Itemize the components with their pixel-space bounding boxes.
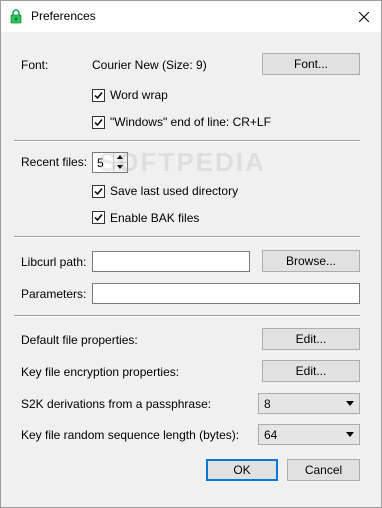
window-title: Preferences (31, 9, 96, 23)
chevron-down-icon (346, 432, 354, 437)
font-value: Courier New (Size: 9) (92, 58, 207, 72)
windows-eol-label: "Windows" end of line: CR+LF (110, 115, 271, 129)
save-dir-label: Save last used directory (110, 184, 239, 198)
save-dir-checkbox[interactable] (92, 185, 105, 198)
separator (14, 140, 360, 142)
checkmark-icon (94, 92, 103, 100)
word-wrap-checkbox[interactable] (92, 89, 105, 102)
libcurl-path-label: Libcurl path: (21, 255, 87, 269)
font-button[interactable]: Font... (262, 53, 360, 75)
close-icon (359, 11, 369, 22)
word-wrap-label: Word wrap (110, 88, 168, 102)
close-button[interactable] (347, 1, 381, 32)
cancel-button[interactable]: Cancel (287, 459, 360, 481)
s2k-label: S2K derivations from a passphrase: (21, 397, 212, 411)
separator (14, 236, 360, 238)
chevron-down-icon (346, 401, 354, 406)
checkmark-icon (94, 119, 103, 127)
bak-files-label: Enable BAK files (110, 211, 200, 225)
default-file-props-label: Default file properties: (21, 333, 138, 347)
browse-button[interactable]: Browse... (262, 250, 360, 272)
libcurl-path-input[interactable] (92, 251, 250, 272)
s2k-select[interactable]: 8 (258, 393, 360, 414)
ok-button[interactable]: OK (206, 459, 278, 481)
keylen-value: 64 (264, 428, 278, 442)
bak-files-checkbox[interactable] (92, 211, 105, 224)
dialog-content: Font: Courier New (Size: 9) Font... Word… (1, 32, 381, 507)
parameters-label: Parameters: (21, 287, 87, 301)
preferences-dialog: Preferences Font: Courier New (Size: 9) … (0, 0, 382, 508)
recent-files-label: Recent files: (21, 155, 88, 169)
key-enc-props-edit-button[interactable]: Edit... (262, 360, 360, 382)
checkmark-icon (94, 188, 103, 196)
parameters-input[interactable] (92, 283, 360, 304)
watermark: SOFTPEDIA (99, 147, 266, 177)
s2k-value: 8 (264, 397, 271, 411)
default-file-props-edit-button[interactable]: Edit... (262, 328, 360, 350)
keylen-select[interactable]: 64 (258, 424, 360, 445)
title-bar[interactable]: Preferences (1, 1, 381, 32)
separator (14, 315, 360, 317)
font-label: Font: (21, 58, 49, 72)
lock-icon (10, 9, 22, 24)
windows-eol-checkbox[interactable] (92, 116, 105, 129)
key-enc-props-label: Key file encryption properties: (21, 365, 180, 379)
keylen-label: Key file random sequence length (bytes): (21, 428, 240, 442)
checkmark-icon (94, 214, 103, 222)
